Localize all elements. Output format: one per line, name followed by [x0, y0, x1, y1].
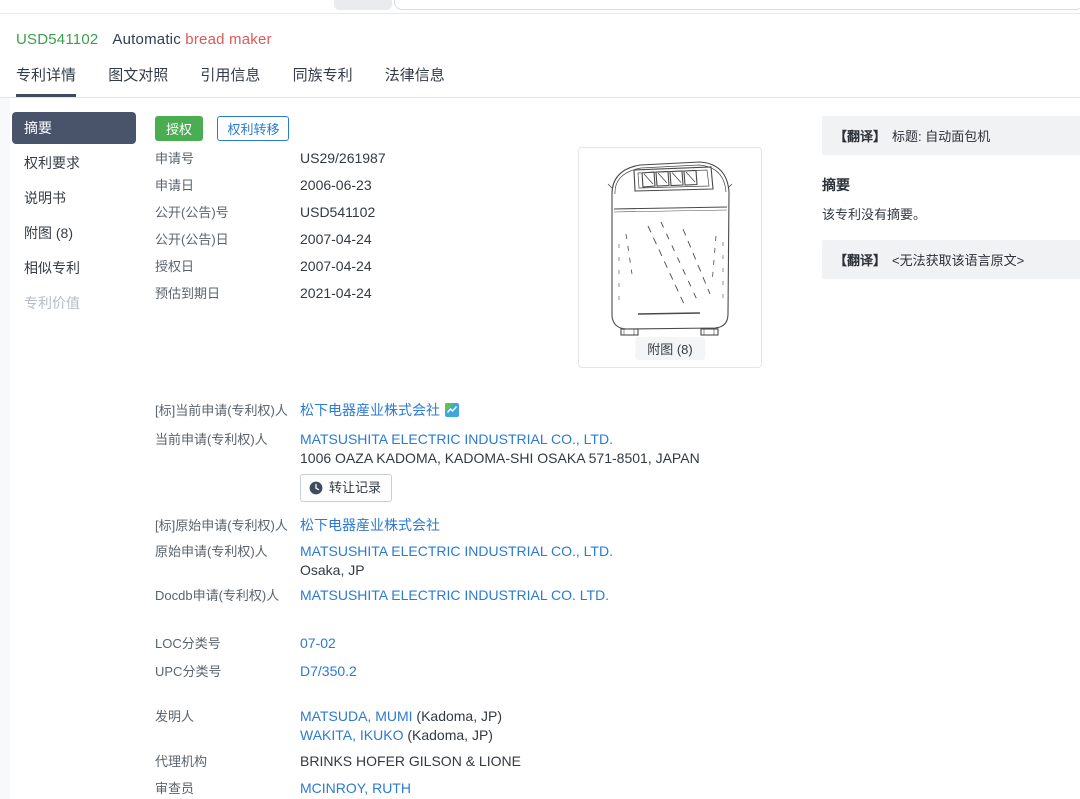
abstract-text: 该专利没有摘要。	[822, 207, 927, 222]
patent-number: USD541102	[16, 31, 99, 48]
field-label: Docdb申请(专利权)人	[155, 588, 280, 603]
translated-title-box: 【翻译】 标题: 自动面包机	[822, 116, 1080, 155]
detail-tabbar: 专利详情 图文对照 引用信息 同族专利 法律信息	[16, 64, 473, 97]
status-badges: 授权 权利转移	[155, 116, 290, 141]
field-row: 公开(公告)号 USD541102	[155, 203, 575, 230]
current-applicant-address: 1006 OAZA KADOMA, KADOMA-SHI OSAKA 571-8…	[300, 450, 700, 466]
current-applicant-link[interactable]: MATSUSHITA ELECTRIC INDUSTRIAL CO., LTD.	[300, 431, 613, 447]
bread-maker-drawing	[607, 161, 733, 336]
sidebar-item-drawings[interactable]: 附图 (8)	[12, 217, 136, 249]
patent-title-highlight: bread maker	[185, 31, 272, 48]
field-row: 申请号 US29/261987	[155, 149, 575, 176]
original-standard-applicant-link[interactable]: 松下电器産业株式会社	[300, 517, 440, 533]
field-label: 公开(公告)号	[155, 205, 229, 220]
field-label: 当前申请(专利权)人	[155, 432, 268, 447]
section-sidebar: 摘要 权利要求 说明书 附图 (8) 相似专利 专利价值	[12, 112, 136, 322]
company-trend-chart-icon[interactable]	[445, 403, 459, 422]
field-row: 授权日 2007-04-24	[155, 257, 575, 284]
field-row-loc-class: LOC分类号 07-02	[155, 634, 715, 653]
granted-badge: 授权	[155, 116, 204, 141]
sidebar-item-similar-patents[interactable]: 相似专利	[12, 252, 136, 284]
inventor-link[interactable]: WAKITA, IKUKO	[300, 727, 403, 743]
browser-tab-remnant[interactable]	[334, 0, 392, 10]
translate-tag: 【翻译】	[834, 129, 887, 144]
field-row: 公开(公告)日 2007-04-24	[155, 230, 575, 257]
sidebar-item-description[interactable]: 说明书	[12, 182, 136, 214]
translated-title-text: 标题: 自动面包机	[892, 129, 991, 144]
rights-transfer-badge[interactable]: 权利转移	[217, 116, 290, 141]
sidebar-item-abstract[interactable]: 摘要	[12, 112, 136, 144]
field-row-agency: 代理机构 BRINKS HOFER GILSON & LIONE	[155, 752, 715, 771]
drawing-count-pill[interactable]: 附图 (8)	[635, 337, 705, 360]
examiner-link[interactable]: MCINROY, RUTH	[300, 780, 411, 796]
inventor-location: (Kadoma, JP)	[403, 727, 493, 743]
tabbar-divider	[0, 97, 1080, 98]
abstract-heading: 摘要	[822, 177, 850, 193]
field-label: [标]当前申请(专利权)人	[155, 403, 288, 418]
transfer-record-button[interactable]: 转让记录	[300, 474, 393, 502]
field-label: 申请日	[155, 178, 195, 193]
field-row: 申请日 2006-06-23	[155, 176, 575, 203]
browser-chrome-strip	[0, 0, 1080, 13]
application-number: US29/261987	[300, 150, 386, 166]
grant-date: 2007-04-24	[300, 258, 372, 274]
tab-legal-info[interactable]: 法律信息	[385, 64, 445, 94]
original-applicant-address: Osaka, JP	[300, 562, 365, 578]
clock-icon	[309, 481, 323, 494]
field-label: [标]原始申请(专利权)人	[155, 518, 288, 533]
field-label: 审查员	[155, 781, 195, 796]
translation-panel: 【翻译】 标题: 自动面包机 摘要 该专利没有摘要。 【翻译】 <无法获取该语言原文…	[822, 116, 1080, 279]
tab-patent-detail[interactable]: 专利详情	[16, 64, 77, 97]
original-language-text: <无法获取该语言原文>	[892, 253, 1025, 268]
patent-drawing-card[interactable]: 附图 (8)	[578, 147, 762, 368]
field-row-transfer-record: 转让记录	[155, 474, 715, 502]
sidebar-item-claims[interactable]: 权利要求	[12, 147, 136, 179]
application-date: 2006-06-23	[300, 177, 372, 193]
field-row: 预估到期日 2021-04-24	[155, 284, 575, 311]
field-row-examiner: 审查员 MCINROY, RUTH	[155, 779, 715, 798]
page-title: USD541102 Automatic bread maker	[16, 31, 272, 48]
publication-number: USD541102	[300, 204, 376, 220]
upc-class-link[interactable]: D7/350.2	[300, 663, 357, 679]
publication-date: 2007-04-24	[300, 231, 372, 247]
original-applicant-link[interactable]: MATSUSHITA ELECTRIC INDUSTRIAL CO., LTD.	[300, 543, 613, 559]
inventor-link[interactable]: MATSUDA, MUMI	[300, 708, 413, 724]
patent-title-plain: Automatic	[112, 31, 181, 48]
sidebar-item-patent-value[interactable]: 专利价值	[12, 287, 136, 319]
field-label: 预估到期日	[155, 286, 221, 301]
bibliographic-fields: 申请号 US29/261987 申请日 2006-06-23 公开(公告)号 U…	[155, 149, 575, 311]
tab-citation-info[interactable]: 引用信息	[200, 64, 260, 94]
field-label: LOC分类号	[155, 636, 221, 651]
field-label: 申请号	[155, 151, 195, 166]
field-label: 公开(公告)日	[155, 232, 229, 247]
tab-patent-family[interactable]: 同族专利	[293, 64, 353, 94]
estimated-expiry-date: 2021-04-24	[300, 285, 372, 301]
docdb-applicant-link[interactable]: MATSUSHITA ELECTRIC INDUSTRIAL CO. LTD.	[300, 587, 609, 603]
field-label: UPC分类号	[155, 664, 222, 679]
field-row-docdb-applicant: Docdb申请(专利权)人 MATSUSHITA ELECTRIC INDUST…	[155, 586, 715, 605]
original-language-box: 【翻译】 <无法获取该语言原文>	[822, 240, 1080, 279]
field-label: 授权日	[155, 259, 195, 274]
field-row-original-applicant: 原始申请(专利权)人 MATSUSHITA ELECTRIC INDUSTRIA…	[155, 542, 715, 580]
inventor-location: (Kadoma, JP)	[412, 708, 502, 724]
detail-fields: [标]当前申请(专利权)人 松下电器産业株式会社 当前申请(专利权)人 MATS…	[155, 401, 715, 798]
field-row-original-standard-applicant: [标]原始申请(专利权)人 松下电器産业株式会社	[155, 516, 715, 535]
field-row-upc-class: UPC分类号 D7/350.2	[155, 662, 715, 681]
loc-class-link[interactable]: 07-02	[300, 635, 336, 651]
browser-address-bar-remnant[interactable]	[394, 0, 1080, 10]
tab-image-text-compare[interactable]: 图文对照	[108, 64, 168, 94]
translate-tag: 【翻译】	[834, 253, 887, 268]
agency-name: BRINKS HOFER GILSON & LIONE	[300, 753, 521, 769]
field-label: 原始申请(专利权)人	[155, 544, 268, 559]
header-divider	[0, 13, 1080, 14]
current-standard-applicant-link[interactable]: 松下电器産业株式会社	[300, 402, 440, 418]
field-label: 代理机构	[155, 754, 208, 769]
transfer-record-label: 转让记录	[329, 480, 382, 495]
field-label: 发明人	[155, 709, 195, 724]
field-row-current-applicant: 当前申请(专利权)人 MATSUSHITA ELECTRIC INDUSTRIA…	[155, 430, 715, 468]
field-row-inventors: 发明人 MATSUDA, MUMI (Kadoma, JP) WAKITA, I…	[155, 707, 715, 745]
left-gutter	[0, 98, 10, 799]
field-row-current-standard-applicant: [标]当前申请(专利权)人 松下电器産业株式会社	[155, 401, 715, 422]
